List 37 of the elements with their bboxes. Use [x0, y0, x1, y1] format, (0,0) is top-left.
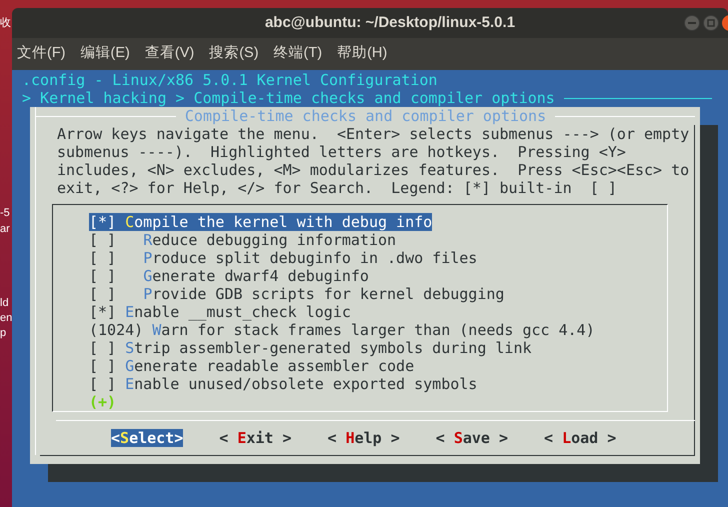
menu-entry[interactable]: [ ] Provide GDB scripts for kernel debugging — [89, 285, 504, 303]
desktop-text: ar — [0, 222, 11, 236]
dialog-button[interactable]: < Exit > — [219, 429, 292, 447]
menu-entry[interactable]: [ ] Generate dwarf4 debuginfo — [89, 267, 369, 285]
menu-item[interactable]: 终端(T) — [274, 43, 322, 65]
menu-item[interactable]: 帮助(H) — [337, 43, 388, 65]
minimize-icon — [688, 22, 696, 24]
desktop-text: ld — [0, 296, 10, 310]
maximize-icon — [707, 19, 715, 27]
config-header: .config - Linux/x86 5.0.1 Kernel Configuration — [22, 71, 438, 89]
menu-item[interactable]: 编辑(E) — [80, 43, 130, 65]
more-indicator: (+) — [89, 393, 116, 411]
desktop-text: en — [0, 311, 12, 325]
menu-entry[interactable]: [*] Compile the kernel with debug info — [89, 213, 432, 231]
menu-entry[interactable]: (1024) Warn for stack frames larger than (needs gcc 4.4) — [89, 321, 595, 339]
desktop-text: 收 — [0, 16, 12, 30]
desktop-text: p — [0, 326, 8, 340]
window-title: abc@ubuntu: ~/Desktop/linux-5.0.1 — [264, 12, 516, 33]
menu-entry[interactable]: [ ] Strip assembler-generated symbols during link — [89, 339, 532, 357]
dialog-title: Compile-time checks and compiler options — [184, 107, 548, 125]
menu-entry[interactable]: [ ] Reduce debugging information — [89, 231, 396, 249]
dialog-button[interactable]: < Help > — [328, 429, 400, 447]
desktop-text: -5 — [0, 206, 11, 220]
minimize-button[interactable] — [684, 15, 700, 31]
menu-entry[interactable]: [*] Enable __must_check logic — [89, 303, 351, 321]
menu-item[interactable]: 搜索(S) — [209, 43, 259, 65]
menu-entry[interactable]: [ ] Generate readable assembler code — [89, 357, 414, 375]
help-text: Arrow keys navigate the menu. <Enter> selects submenus ---> (or empty submenus ----). Highlighted letters are hotkeys. Pressing <Y> includes, <N> excludes, <M> modularizes features. Press <Esc><Esc> to exit, <?> for Help, </> for Search. Legend: [*] built-in [ ] — [57, 125, 690, 197]
menu-entry[interactable]: [ ] Produce split debuginfo in .dwo files — [89, 249, 478, 267]
menu-item[interactable]: 查看(V) — [144, 43, 194, 65]
breadcrumb: > Kernel hacking > Compile-time checks and compiler options — [22, 89, 555, 107]
dialog-button[interactable]: < Load > — [544, 429, 616, 447]
menu-item[interactable]: 文件(F) — [17, 43, 66, 65]
dialog-button[interactable]: < Save > — [436, 429, 508, 447]
dialog-button[interactable]: <Select> — [111, 429, 184, 447]
menu-entry[interactable]: [ ] Enable unused/obsolete exported symbols — [89, 375, 478, 393]
maximize-button[interactable] — [703, 15, 719, 31]
